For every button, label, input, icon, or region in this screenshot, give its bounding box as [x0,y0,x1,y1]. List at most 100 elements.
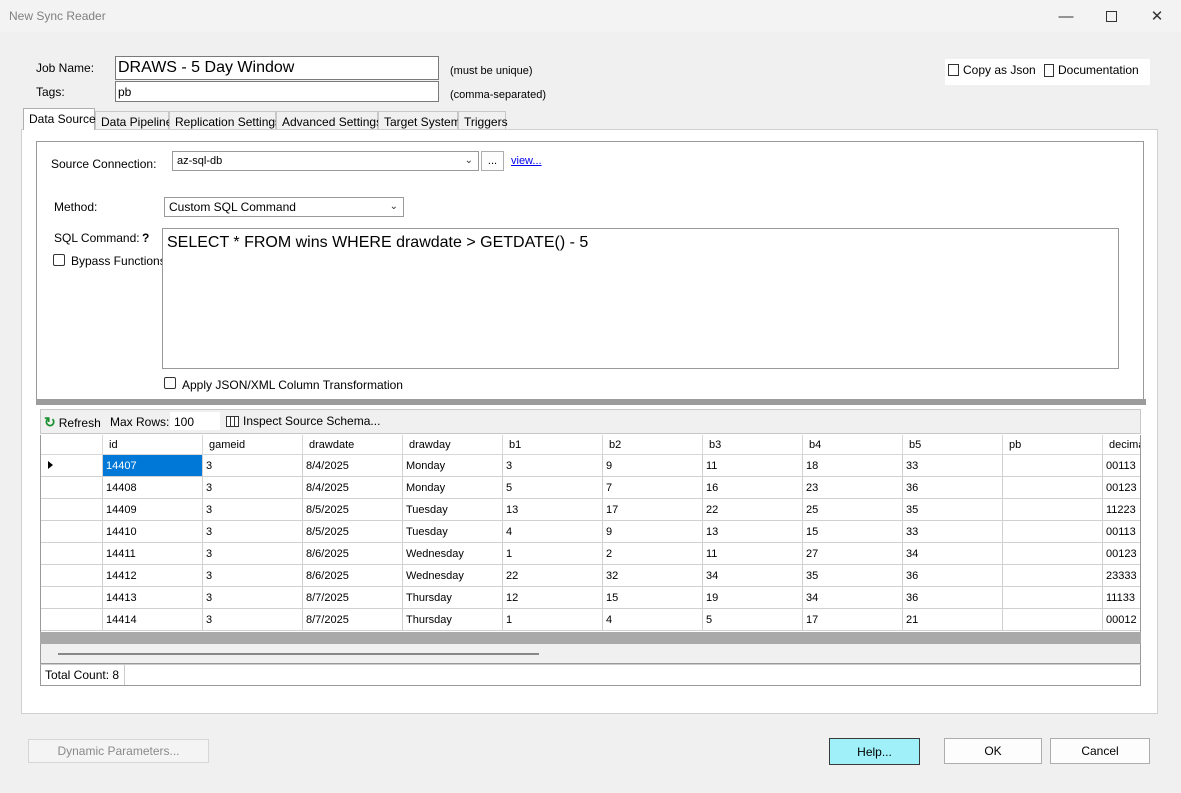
table-cell[interactable]: 11133 [1103,587,1140,609]
table-cell[interactable]: 3 [203,455,303,477]
table-cell[interactable]: 5 [503,477,603,499]
help-icon[interactable]: ? [142,231,149,245]
row-header[interactable] [41,521,103,543]
table-cell[interactable] [1003,565,1103,587]
table-cell[interactable]: 33 [903,455,1003,477]
table-cell[interactable]: 3 [203,565,303,587]
row-header[interactable] [41,609,103,631]
table-cell[interactable]: 18 [803,455,903,477]
table-cell[interactable]: 35 [803,565,903,587]
table-cell[interactable]: 14407 [103,455,203,477]
table-cell[interactable]: 11 [703,543,803,565]
column-header-drawday[interactable]: drawday [403,435,503,455]
tab-data-pipeline[interactable]: Data Pipeline [95,111,172,129]
table-cell[interactable] [1003,499,1103,521]
dynamic-parameters-button[interactable]: Dynamic Parameters... [28,739,209,763]
column-header-decima[interactable]: decima [1103,435,1140,455]
column-header-b1[interactable]: b1 [503,435,603,455]
table-cell[interactable]: 34 [703,565,803,587]
table-cell[interactable]: 22 [503,565,603,587]
table-cell[interactable]: 11 [703,455,803,477]
table-cell[interactable]: 14411 [103,543,203,565]
table-cell[interactable]: 23333 [1103,565,1140,587]
table-cell[interactable]: 19 [703,587,803,609]
table-cell[interactable]: 12 [503,587,603,609]
column-header-pb[interactable]: pb [1003,435,1103,455]
table-cell[interactable]: 00012 [1103,609,1140,631]
tab-advanced-settings[interactable]: Advanced Settings [276,111,382,129]
table-cell[interactable]: 15 [803,521,903,543]
table-cell[interactable]: 3 [203,499,303,521]
apply-transformation-checkbox[interactable] [164,377,176,389]
table-cell[interactable] [1003,543,1103,565]
method-select[interactable]: Custom SQL Command ⌄ [164,197,404,217]
table-cell[interactable]: 1 [503,609,603,631]
view-connection-link[interactable]: view... [511,155,542,167]
source-connection-select[interactable]: az-sql-db ⌄ [172,151,479,171]
table-cell[interactable]: 7 [603,477,703,499]
table-cell[interactable]: 34 [803,587,903,609]
column-header-b2[interactable]: b2 [603,435,703,455]
tab-triggers[interactable]: Triggers [458,111,508,129]
table-cell[interactable]: 8/4/2025 [303,455,403,477]
table-cell[interactable]: 8/5/2025 [303,521,403,543]
column-header-b5[interactable]: b5 [903,435,1003,455]
table-cell[interactable]: 15 [603,587,703,609]
table-cell[interactable]: 2 [603,543,703,565]
table-cell[interactable]: 00123 [1103,477,1140,499]
column-header-drawdate[interactable]: drawdate [303,435,403,455]
table-cell[interactable]: 3 [203,543,303,565]
sql-command-editor[interactable]: SELECT * FROM wins WHERE drawdate > GETD… [162,228,1119,369]
table-cell[interactable]: 8/7/2025 [303,609,403,631]
table-cell[interactable]: 4 [503,521,603,543]
tab-replication-settings[interactable]: Replication Settings [169,111,281,129]
table-cell[interactable]: 14414 [103,609,203,631]
table-cell[interactable]: 4 [603,609,703,631]
maximize-button[interactable] [1088,0,1134,32]
table-cell[interactable]: 3 [503,455,603,477]
help-button[interactable]: Help... [829,738,920,765]
column-header-id[interactable]: id [103,435,203,455]
table-cell[interactable]: Tuesday [403,499,503,521]
minimize-button[interactable]: — [1043,0,1089,32]
table-cell[interactable]: 14413 [103,587,203,609]
table-cell[interactable]: 32 [603,565,703,587]
row-header[interactable] [41,565,103,587]
column-header-b3[interactable]: b3 [703,435,803,455]
table-cell[interactable]: 3 [203,609,303,631]
table-cell[interactable]: 00113 [1103,521,1140,543]
row-header[interactable] [41,455,103,477]
row-header[interactable] [41,543,103,565]
table-cell[interactable] [1003,477,1103,499]
table-cell[interactable]: 8/6/2025 [303,543,403,565]
table-cell[interactable]: 11223 [1103,499,1140,521]
table-cell[interactable]: 13 [503,499,603,521]
cancel-button[interactable]: Cancel [1050,738,1150,764]
table-cell[interactable] [1003,455,1103,477]
row-header[interactable] [41,587,103,609]
table-cell[interactable]: 16 [703,477,803,499]
table-cell[interactable]: 17 [603,499,703,521]
ok-button[interactable]: OK [944,738,1042,764]
tab-data-source[interactable]: Data Source [23,108,96,130]
table-cell[interactable]: 9 [603,455,703,477]
table-cell[interactable]: 14412 [103,565,203,587]
table-cell[interactable]: 23 [803,477,903,499]
table-cell[interactable]: Wednesday [403,543,503,565]
table-cell[interactable]: 5 [703,609,803,631]
table-cell[interactable]: Thursday [403,609,503,631]
tags-input[interactable]: pb [115,81,439,102]
table-cell[interactable]: 14408 [103,477,203,499]
table-cell[interactable]: Tuesday [403,521,503,543]
table-cell[interactable] [1003,609,1103,631]
close-button[interactable]: ✕ [1134,0,1180,32]
table-cell[interactable]: 8/6/2025 [303,565,403,587]
table-cell[interactable]: 00123 [1103,543,1140,565]
copy-json-button[interactable]: Copy as Json [948,63,1036,77]
max-rows-input[interactable]: 100 [170,412,220,430]
table-cell[interactable] [1003,587,1103,609]
table-cell[interactable]: 36 [903,587,1003,609]
table-cell[interactable]: 33 [903,521,1003,543]
table-cell[interactable]: 3 [203,477,303,499]
table-cell[interactable]: 35 [903,499,1003,521]
